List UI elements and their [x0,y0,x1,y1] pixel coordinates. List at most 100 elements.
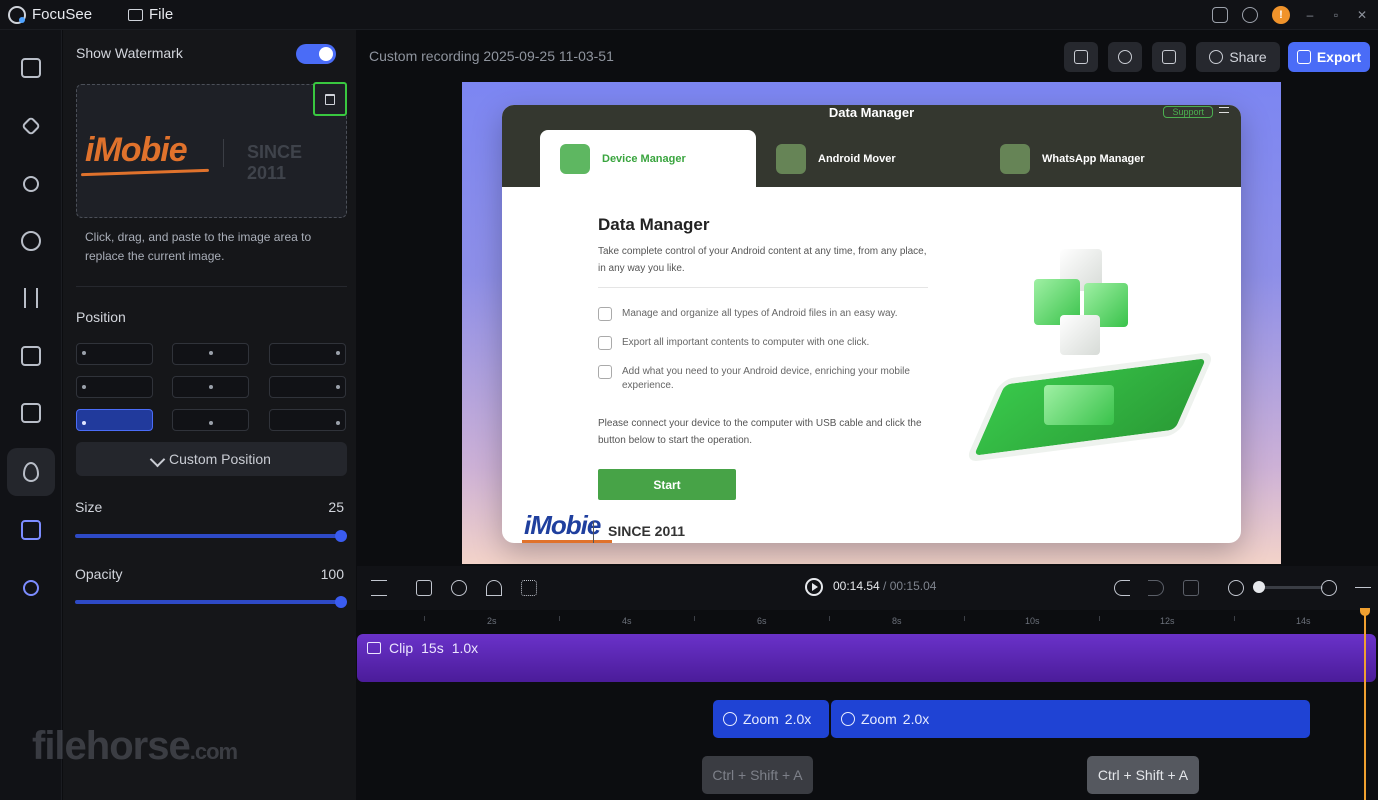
clip-speed: 1.0x [451,640,479,656]
mosaic-icon[interactable] [521,580,537,596]
phone-illustration [964,235,1222,495]
opacity-slider-knob[interactable] [335,596,347,608]
sliders-icon [1162,50,1176,64]
recorded-app-title: Data Manager [828,105,915,120]
recorded-start-button: Start [598,469,736,500]
play-button[interactable] [805,578,823,596]
overlay-watermark-tagline: SINCE 2011 [608,523,686,539]
recorded-heading: Data Manager [598,215,710,234]
rail-camera[interactable] [7,217,55,265]
rail-sticker[interactable] [7,389,55,437]
zoom-label: Zoom [743,711,779,727]
timeline-menu-icon[interactable] [371,580,387,596]
audio-icon [24,288,38,308]
ruler-minor-tick [829,616,830,621]
zoom-segment[interactable]: Zoom 2.0x [831,700,1310,738]
eye-icon [1118,50,1132,64]
export-button[interactable]: Export [1288,42,1370,72]
sticker-icon [21,403,41,423]
total-time: 00:15.04 [889,579,937,593]
settings-icon[interactable] [1242,7,1258,23]
delete-icon[interactable] [1183,580,1199,596]
file-menu[interactable]: File [128,6,173,23]
recorded-divider [598,287,928,288]
restore-icon[interactable]: ▫ [1330,9,1342,21]
show-watermark-label: Show Watermark [76,45,183,61]
custom-position-button[interactable]: Custom Position [76,442,347,476]
timeline-ruler[interactable]: 2s 4s 6s 8s 10s 12s 14s [357,610,1378,634]
rail-ai-chat[interactable] [7,506,55,554]
android-mover-icon [776,143,806,174]
zoom-segment-icon [723,712,737,726]
position-middle-right[interactable] [269,376,346,398]
zoom-factor: 2.0x [784,711,812,727]
rail-add-user[interactable] [7,564,55,612]
position-bottom-left[interactable] [76,409,153,431]
rail-audio[interactable] [7,274,55,322]
position-top-right[interactable] [269,343,346,365]
close-icon[interactable]: ✕ [1356,9,1368,21]
site-watermark-main: filehorse [32,724,191,768]
watermark-image-area[interactable]: iMobie SINCE 2011 [76,84,347,218]
overlay-watermark-brand: iMobie [524,510,601,540]
feedback-icon[interactable] [1212,7,1228,23]
watermark-separator [223,139,224,167]
watermark-hint: Click, drag, and paste to the image area… [85,230,312,263]
clip-label: Clip [389,640,414,656]
cube-shape [1060,315,1100,355]
rail-path[interactable] [7,160,55,208]
size-slider[interactable] [75,530,347,542]
position-top-left[interactable] [76,343,153,365]
show-watermark-toggle[interactable] [296,44,336,64]
delete-watermark-button[interactable] [313,82,347,116]
zoom-in-icon[interactable] [1321,580,1337,596]
timeline-zoom-knob[interactable] [1253,581,1265,593]
position-center[interactable] [172,376,249,398]
path-icon [23,176,39,192]
zoom-out-icon[interactable] [1228,580,1244,596]
minimize-icon[interactable]: – [1304,9,1316,21]
adjust-button[interactable] [1152,42,1186,72]
export-label: Export [1316,49,1362,65]
recorded-menu-icon [1219,107,1229,113]
ruler-tick: 14s [1296,616,1311,626]
undo-icon[interactable] [1114,580,1130,596]
recorded-app-window: Data Manager Support Device Manager Andr… [502,105,1241,543]
add-icon [598,365,612,379]
rail-cursor[interactable] [7,102,55,150]
notification-badge-icon[interactable]: ! [1272,6,1290,24]
zoom-segment[interactable]: Zoom 2.0x [713,700,829,738]
position-bottom-center[interactable] [172,409,249,431]
rail-watermark[interactable] [7,448,55,496]
keystroke-segment[interactable]: Ctrl + Shift + A [702,756,813,794]
preview-button[interactable] [1108,42,1142,72]
recording-title[interactable]: Custom recording 2025-09-25 11-03-51 [369,48,614,64]
clip-track[interactable]: Clip 15s 1.0x [357,634,1376,682]
ruler-minor-tick [694,616,695,621]
position-top-center[interactable] [172,343,249,365]
position-bottom-right[interactable] [269,409,346,431]
ruler-minor-tick [1234,616,1235,621]
project-button[interactable] [1064,42,1098,72]
position-middle-left[interactable] [76,376,153,398]
opacity-slider[interactable] [75,596,347,608]
rail-captions[interactable] [7,332,55,380]
share-icon [1209,50,1224,64]
folder-icon [128,8,143,21]
preview-frame[interactable]: Data Manager Support Device Manager Andr… [462,82,1281,564]
share-button[interactable]: Share [1196,42,1280,72]
crop-icon[interactable] [416,580,432,596]
captions-icon [21,346,41,366]
redo-icon[interactable] [1148,580,1164,596]
size-slider-knob[interactable] [335,530,347,542]
export-icon [598,336,612,350]
project-icon [1074,50,1088,64]
keystroke-segment[interactable]: Ctrl + Shift + A [1087,756,1199,794]
feature-text: Manage and organize all types of Android… [622,308,898,319]
rail-background[interactable] [7,44,55,92]
playhead[interactable] [1360,608,1370,800]
cut-icon[interactable] [451,580,467,596]
whatsapp-manager-icon [1000,143,1030,174]
fit-width-icon[interactable] [1355,587,1371,589]
magnet-icon[interactable] [486,580,502,596]
